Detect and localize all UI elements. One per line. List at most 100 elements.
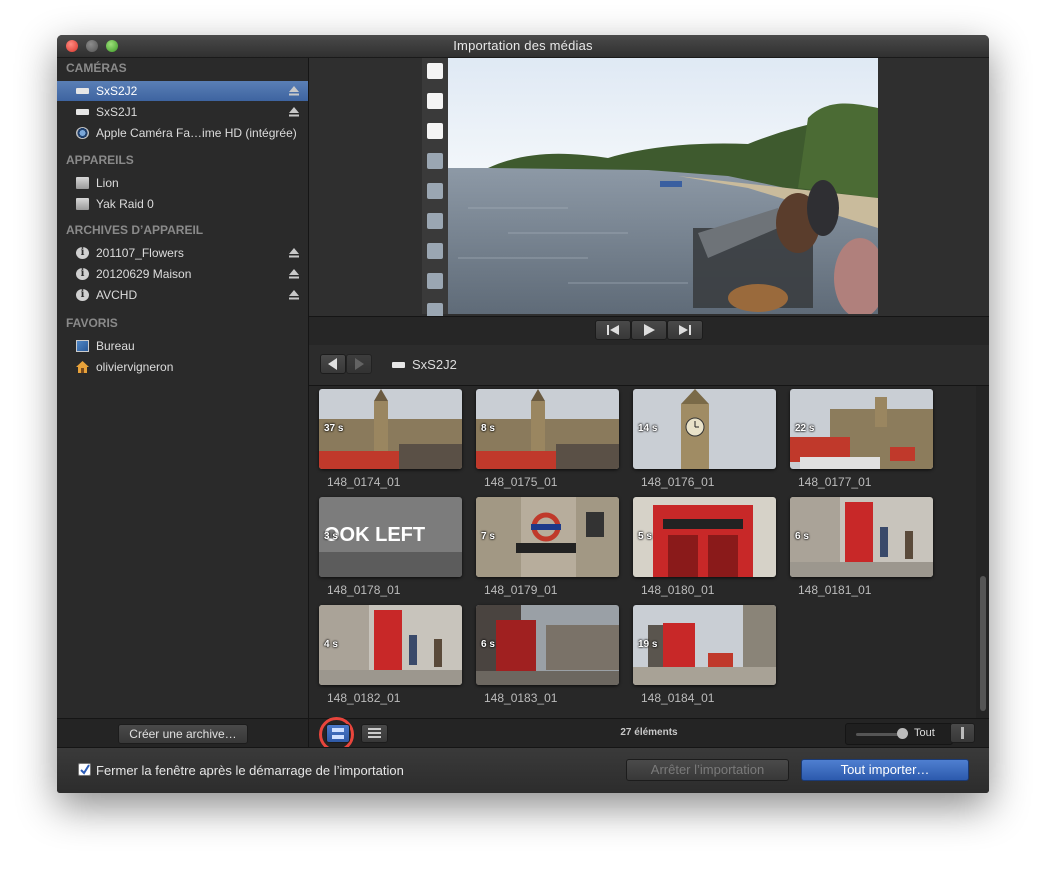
clip-grid: 37 s 148_0174_01 8 s 148_0175_01 14 s 148_017… [309,386,989,718]
filmstrip-frame [427,273,443,289]
sidebar-item-oliviervigneron[interactable]: oliviervigneron [57,357,308,377]
clip-duration: 6 s [481,639,495,650]
sidebar-item-bureau[interactable]: Bureau [57,336,308,356]
sidebar-item-lion[interactable]: Lion [57,173,308,193]
clip-thumbnail[interactable]: 5 s [633,497,776,577]
filmstrip-frame [427,63,443,79]
eject-icon[interactable] [289,247,299,258]
camera-icon [76,127,89,139]
clip-thumbnail[interactable]: 8 s [476,389,619,469]
scrollbar-thumb[interactable] [980,576,986,711]
clip-thumbnail[interactable]: 7 s [476,497,619,577]
eject-icon[interactable] [289,106,299,117]
close-after-checkbox[interactable] [78,763,91,776]
sidebar-item-label: Apple Caméra Fa…ime HD (intégrée) [96,126,297,140]
sidebar-item-201107-flowers[interactable]: i 201107_Flowers [57,243,308,263]
clip-thumbnail[interactable]: 19 s [633,605,776,685]
clip-thumbnail[interactable]: 22 s [790,389,933,469]
current-source-label: SxS2J2 [412,357,457,372]
card-icon [76,88,89,94]
home-icon [76,361,89,373]
sidebar-item-sxs2j2[interactable]: SxS2J2 [57,81,308,101]
clip-thumbnail-image [476,605,619,685]
play-button[interactable] [631,320,667,340]
close-after-label: Fermer la fenêtre après le démarrage de … [96,763,404,778]
title-bar: Importation des médias [57,35,989,58]
stop-import-button[interactable]: Arrêter l’importation [626,759,789,781]
sidebar-item-label: SxS2J2 [96,84,138,98]
checkmark-icon [80,764,90,775]
disk-icon [76,177,89,189]
clip-thumbnail-text: OOK LEFT [324,524,425,546]
sidebar-item-apple-cam-ra-fa-ime-hd-int-gr-e[interactable]: Apple Caméra Fa…ime HD (intégrée) [57,123,308,143]
forward-button[interactable] [346,354,372,374]
clip-thumbnail[interactable]: 6 s [790,497,933,577]
clip-name: 148_0182_01 [327,691,401,705]
clip-thumbnail[interactable]: 37 s [319,389,462,469]
sidebar-item-label: oliviervigneron [96,360,174,374]
sidebar-item-label: AVCHD [96,288,138,302]
sidebar-item-label: 20120629 Maison [96,267,192,281]
clip-name: 148_0177_01 [798,475,872,489]
sidebar-item-label: Lion [96,176,119,190]
import-window: Importation des médias CAMÉRAS SxS2J2 SxS2… [57,35,989,793]
clip-name: 148_0175_01 [484,475,558,489]
clip-duration: 4 s [324,639,338,650]
clip-duration: 3 s [324,531,338,542]
filmstrip [422,58,448,319]
clip-thumbnail[interactable]: 6 s [476,605,619,685]
skip-forward-icon [679,325,691,335]
list-view-button[interactable] [361,724,388,743]
window-title: Importation des médias [453,38,593,53]
clip-thumbnail[interactable]: 14 s [633,389,776,469]
clip-duration: 19 s [638,639,658,650]
clip-thumbnail[interactable]: OOK LEFT 3 s [319,497,462,577]
sidebar-item-20120629-maison[interactable]: i 20120629 Maison [57,264,308,284]
clip-appearance-icon [961,727,964,739]
clip-name: 148_0183_01 [484,691,558,705]
zoom-slider-knob[interactable] [896,728,908,739]
zoom-label: Tout [914,727,935,739]
clip-grid-scrollbar[interactable] [976,386,989,718]
filmstrip-view-button[interactable] [326,724,350,743]
eject-icon[interactable] [289,85,299,96]
sidebar-section-header: APPAREILS [66,153,134,167]
clip-name: 148_0178_01 [327,583,401,597]
create-archive-button[interactable]: Créer une archive… [118,724,248,744]
filmstrip-frame [427,123,443,139]
sidebar: CAMÉRAS SxS2J2 SxS2J1 Apple Caméra Fa…ime H… [57,58,309,718]
preview-image [448,58,878,314]
archive-icon: i [76,289,89,301]
desktop-icon [76,340,89,352]
back-button[interactable] [320,354,346,374]
archive-icon: i [76,247,89,259]
forward-arrow-icon [355,358,364,370]
clip-duration: 14 s [638,423,658,434]
window-footer: Fermer la fenêtre après le démarrage de … [57,747,989,793]
sidebar-item-sxs2j1[interactable]: SxS2J1 [57,102,308,122]
clip-name: 148_0181_01 [798,583,872,597]
play-icon [644,324,655,336]
clip-thumbnail-image [476,389,619,469]
clip-thumbnail[interactable]: 4 s [319,605,462,685]
clip-appearance-button[interactable] [950,723,975,743]
sidebar-item-avchd[interactable]: i AVCHD [57,285,308,305]
filmstrip-frame [427,93,443,109]
archive-icon: i [76,268,89,280]
eject-icon[interactable] [289,268,299,279]
preview-pane [309,58,989,319]
clip-name: 148_0184_01 [641,691,715,705]
clip-name: 148_0180_01 [641,583,715,597]
sidebar-item-label: 201107_Flowers [96,246,184,260]
clip-thumbnail-image: OOK LEFT [319,497,462,577]
filmstrip-frame [427,243,443,259]
eject-icon[interactable] [289,289,299,300]
previous-clip-button[interactable] [595,320,631,340]
browser-bottombar: 27 éléments Tout [309,717,989,752]
sidebar-item-yak-raid-0[interactable]: Yak Raid 0 [57,194,308,214]
list-view-icon [368,728,381,738]
next-clip-button[interactable] [667,320,703,340]
import-all-button[interactable]: Tout importer… [801,759,969,781]
zoom-control: Tout [845,723,953,745]
back-arrow-icon [328,358,337,370]
